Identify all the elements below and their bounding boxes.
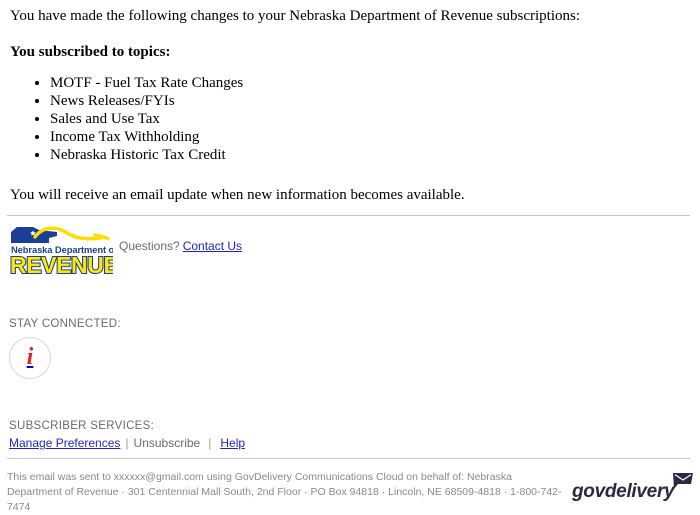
divider-top (7, 215, 690, 216)
agency-branding-row: Nebraska Department of REVENUE Questions… (0, 224, 700, 280)
confirmation-body: You have made the following changes to y… (0, 0, 700, 205)
link-separator-2: | (208, 436, 212, 450)
manage-preferences-link[interactable]: Manage Preferences (9, 436, 120, 450)
envelope-icon (672, 472, 694, 495)
govdelivery-wordmark: govdelivery (572, 481, 675, 502)
link-separator-1: | (125, 436, 129, 450)
subscriber-services-section: SUBSCRIBER SERVICES: Manage Preferences |… (9, 418, 429, 451)
questions-label: Questions? (119, 239, 180, 253)
subscribed-topic-list: MOTF - Fuel Tax Rate Changes News Releas… (10, 74, 690, 164)
nebraska-department-of-revenue-logo: Nebraska Department of REVENUE (9, 224, 113, 276)
intro-message: You have made the following changes to y… (10, 8, 581, 24)
svg-text:REVENUE: REVENUE (10, 252, 113, 276)
list-item: MOTF - Fuel Tax Rate Changes (50, 74, 690, 92)
subscriber-services-label: SUBSCRIBER SERVICES: (9, 420, 155, 432)
footer-legal-text: This email was sent to xxxxxx@gmail.com … (7, 470, 567, 515)
list-item: News Releases/FYIs (50, 92, 690, 110)
questions-contact-block: Questions? Contact Us (119, 239, 242, 253)
list-item: Nebraska Historic Tax Credit (50, 146, 690, 164)
closing-message: You will receive an email update when ne… (10, 187, 465, 203)
contact-us-link[interactable]: Contact Us (183, 239, 242, 253)
stay-connected-section: STAY CONNECTED: i (9, 317, 309, 379)
list-item: Sales and Use Tax (50, 110, 690, 128)
subscribed-heading: You subscribed to topics: (10, 44, 171, 60)
govdelivery-logo: govdelivery (572, 472, 694, 502)
subscriber-services-links: Manage Preferences | Unsubscribe | Help (9, 435, 429, 451)
footer-line-2: Revenue · 301 Centennial Mall South, 2nd… (7, 486, 562, 513)
unsubscribe-link[interactable]: Unsubscribe (134, 436, 201, 450)
list-item: Income Tax Withholding (50, 128, 690, 146)
info-icon-glyph: i (26, 344, 34, 370)
stay-connected-label: STAY CONNECTED: (9, 318, 121, 330)
info-icon[interactable]: i (9, 337, 51, 379)
divider-bottom (7, 458, 690, 459)
social-icon-row: i (9, 337, 309, 379)
help-link[interactable]: Help (220, 436, 245, 450)
footer: This email was sent to xxxxxx@gmail.com … (0, 466, 700, 513)
